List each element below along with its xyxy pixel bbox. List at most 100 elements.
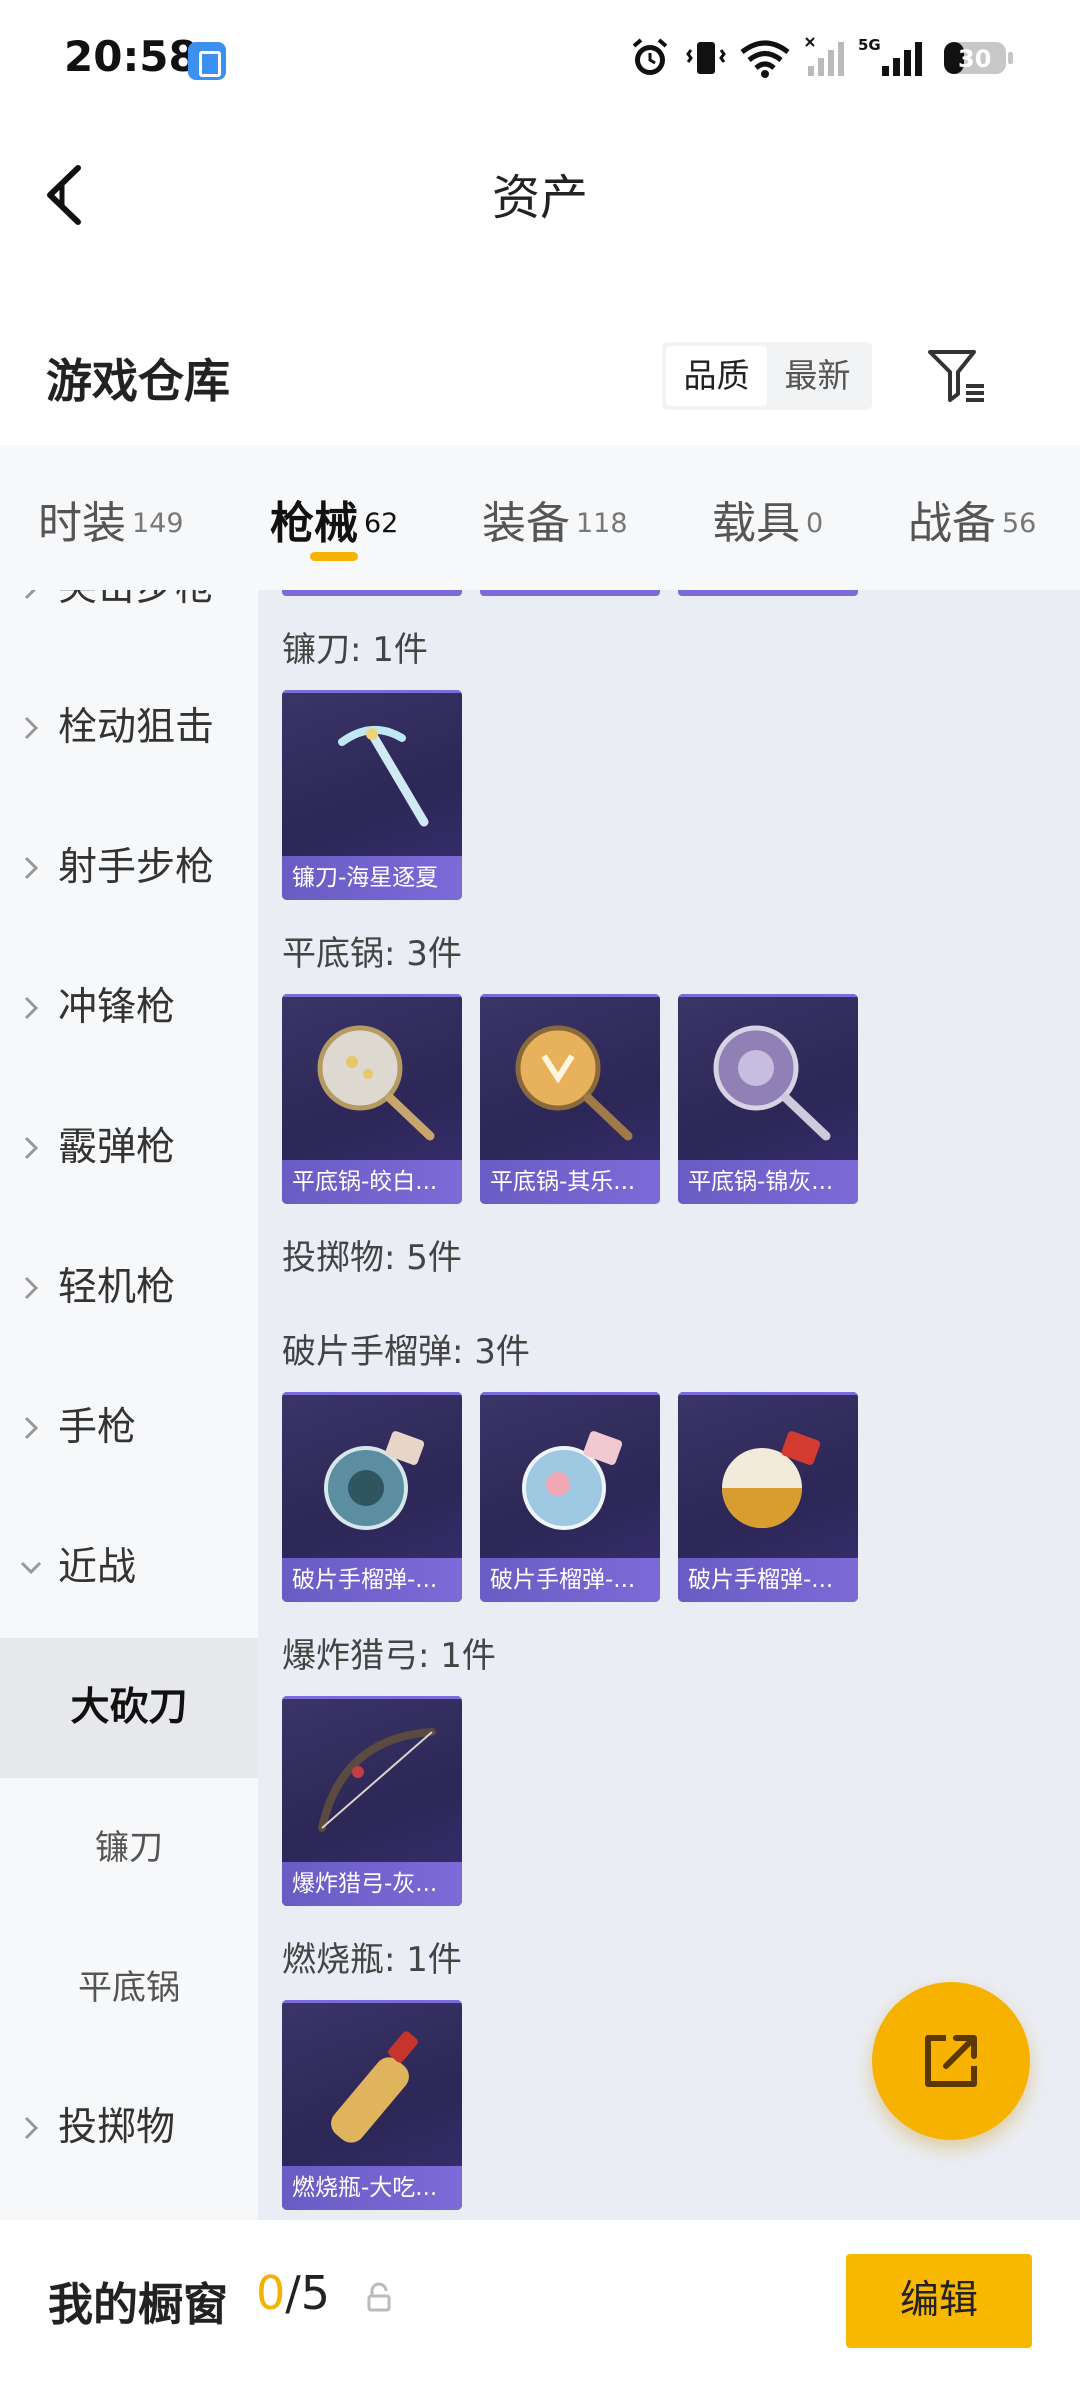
frying-pan-art — [515, 1025, 633, 1141]
sidebar-item-label: 近战 — [58, 1545, 137, 1590]
chevron-right-icon — [18, 1358, 44, 1498]
showcase-bar: 我的橱窗 0/5 编辑 — [0, 2220, 1080, 2382]
signal-weak-icon — [804, 36, 848, 84]
tab-label: 战备 — [908, 498, 996, 549]
vibrate-icon — [686, 36, 726, 84]
sidebar-item-assault-rifle[interactable]: 突击步枪 — [0, 590, 258, 658]
tab-count: 62 — [364, 507, 399, 539]
sidebar-item-label: 射手步枪 — [58, 845, 215, 890]
item-card[interactable]: 平底锅-皎白... — [282, 994, 462, 1204]
status-bar: 20:58 5G 30 — [0, 0, 1080, 120]
sidebar-item-label: 栓动狙击 — [58, 705, 215, 750]
sidebar-item-marksman-rifle[interactable]: 射手步枪 — [0, 798, 258, 938]
item-card-caption: 爆炸猎弓-灰... — [282, 1862, 462, 1906]
sidebar-item-frying-pan[interactable]: 平底锅 — [0, 1918, 258, 2058]
showcase-separator: / — [285, 2266, 301, 2320]
group-label-molotov: 燃烧瓶: 1件 — [282, 1940, 462, 1980]
sidebar-item-label: 镰刀 — [95, 1828, 163, 1868]
status-time: 20:58 — [64, 32, 198, 81]
tab-count: 56 — [1002, 507, 1037, 539]
showcase-used: 0 — [256, 2266, 286, 2320]
filter-icon[interactable] — [926, 346, 988, 404]
sidebar-item-pistol[interactable]: 手枪 — [0, 1358, 258, 1498]
sidebar-item-label: 大砍刀 — [70, 1685, 188, 1730]
tab-label: 时装 — [38, 498, 126, 549]
sidebar-item-throwables[interactable]: 投掷物 — [0, 2058, 258, 2198]
grenade-art — [522, 1431, 623, 1530]
tab-vehicles[interactable]: 载具 0 — [712, 487, 823, 551]
weapon-category-sidebar: 突击步枪 栓动狙击 射手步枪 冲锋枪 霰弹枪 轻机枪 手枪 近战 大砍刀 镰刀 … — [0, 590, 258, 2220]
frying-pan-art — [317, 1025, 435, 1141]
chevron-down-icon — [18, 1498, 44, 1638]
edit-button[interactable]: 编辑 — [846, 2254, 1032, 2348]
item-card-caption: 平底锅-皎白... — [282, 1160, 462, 1204]
tab-count: 0 — [806, 507, 824, 539]
frying-pan-art — [713, 1025, 831, 1141]
tab-label: 枪械 — [270, 498, 358, 549]
tab-tactical[interactable]: 战备 56 — [908, 487, 1036, 551]
tab-fashion[interactable]: 时装 149 — [38, 487, 184, 551]
wifi-icon — [738, 36, 792, 84]
chevron-right-icon — [18, 1218, 44, 1358]
chevron-right-icon — [18, 658, 44, 798]
chevron-right-icon — [18, 1078, 44, 1218]
sort-newest-button[interactable]: 最新 — [767, 346, 868, 406]
bow-art — [318, 1728, 436, 1832]
item-card[interactable]: 破片手榴弹-... — [678, 1392, 858, 1602]
signal-5g-icon: 5G — [858, 36, 928, 84]
share-button[interactable] — [872, 1982, 1030, 2140]
item-card[interactable]: 平底锅-锦灰... — [678, 994, 858, 1204]
item-card-caption: 破片手榴弹-... — [480, 1558, 660, 1602]
chevron-right-icon — [18, 938, 44, 1078]
sidebar-item-shotgun[interactable]: 霰弹枪 — [0, 1078, 258, 1218]
item-grid: 镰刀: 1件 镰刀-海星逐夏 平底锅: 3件 平底锅-皎白... 平底锅-其乐.… — [258, 590, 1080, 2220]
sidebar-item-label: 冲锋枪 — [58, 985, 176, 1030]
sort-quality-button[interactable]: 品质 — [666, 346, 767, 406]
item-card[interactable]: 平底锅-其乐... — [480, 994, 660, 1204]
item-card-caption: 破片手榴弹-... — [678, 1558, 858, 1602]
group-label-explosive-bow: 爆炸猎弓: 1件 — [282, 1636, 496, 1676]
item-card-caption: 燃烧瓶-大吃... — [282, 2166, 462, 2210]
item-card[interactable]: 燃烧瓶-大吃... — [282, 2000, 462, 2210]
chevron-right-icon — [18, 2058, 44, 2198]
sidebar-item-machete[interactable]: 大砍刀 — [0, 1638, 258, 1778]
item-card[interactable]: 破片手榴弹-... — [480, 1392, 660, 1602]
active-tab-indicator — [310, 552, 358, 561]
item-card[interactable]: 镰刀-海星逐夏 — [282, 690, 462, 900]
item-card[interactable]: 爆炸猎弓-灰... — [282, 1696, 462, 1906]
sidebar-item-bolt-sniper[interactable]: 栓动狙击 — [0, 658, 258, 798]
tab-count: 118 — [576, 507, 628, 539]
title-bar: 资产 — [0, 120, 1080, 260]
sort-toggle: 品质 最新 — [662, 342, 872, 410]
group-label-sickle: 镰刀: 1件 — [282, 630, 428, 670]
sidebar-item-label: 手枪 — [58, 1405, 137, 1450]
tab-equipment[interactable]: 装备 118 — [482, 487, 628, 551]
item-card-partial — [282, 590, 462, 596]
sidebar-item-lmg[interactable]: 轻机枪 — [0, 1218, 258, 1358]
molotov-art — [331, 2031, 418, 2143]
tab-label: 载具 — [712, 498, 800, 549]
status-icons: 5G 30 — [630, 36, 1020, 86]
item-card-caption: 镰刀-海星逐夏 — [282, 856, 462, 900]
group-label-throwables: 投掷物: 5件 — [282, 1238, 462, 1278]
tab-label: 装备 — [482, 498, 570, 549]
showcase-count: 0/5 — [256, 2266, 330, 2320]
warehouse-title: 游戏仓库 — [46, 354, 230, 408]
sidebar-item-sickle[interactable]: 镰刀 — [0, 1778, 258, 1918]
lock-icon — [364, 2282, 394, 2312]
alarm-icon — [630, 36, 670, 84]
svg-text:5G: 5G — [858, 36, 881, 54]
grenade-art — [324, 1431, 425, 1530]
battery-level: 30 — [958, 45, 991, 73]
tab-firearms[interactable]: 枪械 62 — [270, 487, 398, 551]
sidebar-item-smg[interactable]: 冲锋枪 — [0, 938, 258, 1078]
sidebar-item-label: 投掷物 — [58, 2105, 176, 2150]
battery-icon: 30 — [942, 36, 1016, 84]
sidebar-item-label: 突击步枪 — [58, 590, 214, 658]
sickle-art — [338, 725, 429, 827]
sidebar-item-melee[interactable]: 近战 — [0, 1498, 258, 1638]
item-card[interactable]: 破片手榴弹-... — [282, 1392, 462, 1602]
showcase-label: 我的橱窗 — [48, 2278, 229, 2331]
sidebar-item-label: 轻机枪 — [58, 1265, 176, 1310]
item-card-caption: 平底锅-其乐... — [480, 1160, 660, 1204]
